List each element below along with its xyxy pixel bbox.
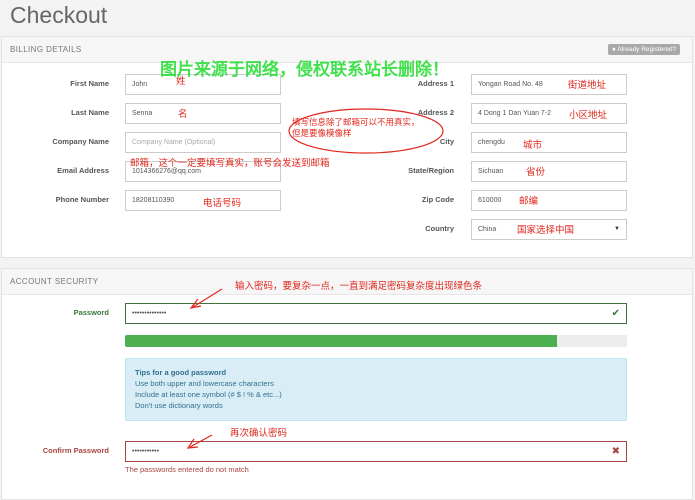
state-label: State/Region	[408, 166, 454, 175]
annotation-oval-line-2: 但是要像模像样	[292, 129, 352, 139]
cross-icon: ✖	[611, 446, 620, 457]
annotation-address2: 小区地址	[569, 110, 608, 121]
password-strength-bar	[125, 335, 627, 347]
page-title: Checkout	[10, 2, 108, 28]
already-registered-button[interactable]: ● Already Registered?	[608, 44, 681, 55]
confirm-password-value: •••••••••••	[132, 448, 159, 455]
billing-title: BILLING DETAILS	[10, 45, 82, 54]
tips-line-1: Use both upper and lowercase characters	[135, 379, 274, 388]
annotation-city: 城市	[523, 140, 543, 151]
annotation-password: 输入密码，要复杂一点，一直到满足密码复杂度出现绿色条	[235, 281, 483, 292]
annotation-last-name: 名	[178, 109, 188, 120]
security-title: ACCOUNT SECURITY	[10, 277, 99, 286]
country-label: Country	[425, 224, 454, 233]
city-input[interactable]: chengdu	[471, 132, 627, 153]
already-registered-label: Already Registered?	[617, 46, 677, 53]
zip-label: Zip Code	[421, 195, 454, 204]
password-value: ••••••••••••••	[132, 310, 167, 317]
phone-label: Phone Number	[55, 195, 109, 204]
annotation-address1: 街道地址	[568, 80, 607, 91]
tips-title: Tips for a good password	[135, 368, 227, 377]
annotation-state: 省份	[526, 167, 546, 178]
confirm-password-label: Confirm Password	[42, 446, 109, 455]
user-icon: ●	[612, 46, 616, 53]
confirm-password-input[interactable]: ••••••••••• ✖	[125, 441, 627, 462]
address1-label: Address 1	[417, 79, 454, 88]
first-name-label: First Name	[70, 79, 109, 88]
annotation-confirm: 再次确认密码	[230, 428, 288, 439]
password-tips: Tips for a good password Use both upper …	[125, 358, 627, 421]
check-icon: ✔	[611, 308, 620, 319]
last-name-label: Last Name	[71, 108, 109, 117]
company-input[interactable]: Company Name (Optional)	[125, 132, 281, 153]
password-input[interactable]: •••••••••••••• ✔	[125, 303, 627, 324]
email-label: Email Address	[57, 166, 109, 175]
city-label: City	[439, 137, 454, 146]
annotation-phone: 电话号码	[203, 198, 242, 209]
zip-input[interactable]: 610000	[471, 190, 627, 211]
watermark-text: 图片来源于网络，侵权联系站长删除！	[160, 60, 449, 80]
annotation-country: 国家选择中国	[517, 225, 575, 236]
annotation-zip: 邮编	[519, 196, 539, 207]
tips-line-2: Include at least one symbol (# $ ! % & e…	[135, 390, 282, 399]
last-name-input[interactable]: Senna	[125, 103, 281, 124]
country-select-value: China	[478, 226, 497, 233]
company-label: Company Name	[52, 137, 109, 146]
password-label: Password	[73, 308, 109, 317]
annotation-email: 邮箱，这个一定要填写真实，账号会发送到邮箱	[130, 158, 330, 169]
state-input[interactable]: Sichuan	[471, 161, 627, 182]
password-strength-fill	[125, 335, 557, 347]
tips-line-3: Don't use dictionary words	[135, 401, 223, 410]
confirm-password-error: The passwords entered do not match	[125, 465, 249, 474]
caret-down-icon: ▼	[614, 226, 620, 232]
